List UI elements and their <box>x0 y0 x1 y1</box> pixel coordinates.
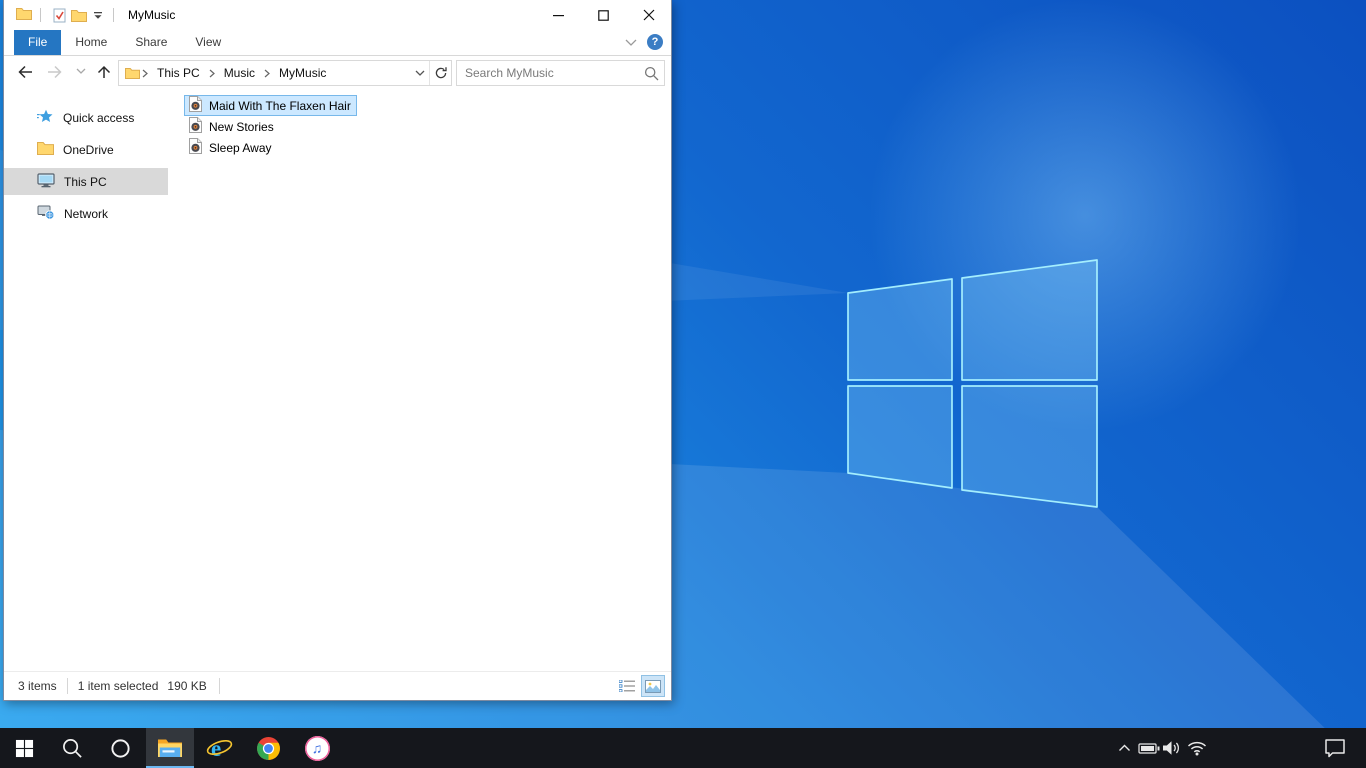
taskbar-search-button[interactable] <box>48 728 96 768</box>
this-pc-monitor-icon <box>37 172 55 191</box>
large-icons-view-button[interactable] <box>641 675 665 697</box>
cortana-circle-icon <box>110 738 130 758</box>
explorer-content: Quick access OneDrive This PC Network Ma… <box>4 90 671 671</box>
status-divider <box>218 678 220 694</box>
item-count: 3 items <box>18 679 57 693</box>
address-dropdown-chevron-icon[interactable] <box>410 61 429 85</box>
onedrive-folder-icon <box>37 141 54 158</box>
search-icon[interactable] <box>638 66 664 81</box>
sidebar-item-label: Quick access <box>63 110 135 125</box>
address-folder-icon <box>125 67 140 79</box>
maximize-button[interactable] <box>581 0 626 30</box>
up-button[interactable] <box>96 64 112 80</box>
music-file-icon <box>188 96 203 115</box>
sidebar-item-this-pc[interactable]: This PC <box>4 168 168 195</box>
sidebar-item-label: This PC <box>64 174 107 189</box>
tab-share[interactable]: Share <box>121 30 181 55</box>
ribbon-tab-bar: File Home Share View <box>4 30 671 56</box>
properties-quick-button[interactable] <box>49 4 69 26</box>
taskbar-itunes-button[interactable]: ♫ <box>293 728 341 768</box>
music-file-icon <box>188 117 203 136</box>
file-row[interactable]: New Stories <box>184 116 280 137</box>
quick-access-star-icon <box>37 109 54 127</box>
navigation-bar: This PC Music MyMusic <box>4 56 671 90</box>
sidebar-item-label: Network <box>64 206 109 221</box>
network-icon <box>37 205 55 223</box>
titlebar-separator <box>40 8 41 22</box>
file-row[interactable]: Maid With The Flaxen Hair <box>184 95 357 116</box>
search-input[interactable] <box>457 66 638 80</box>
status-bar: 3 items 1 item selected 190 KB <box>4 671 671 700</box>
sidebar-item-network[interactable]: Network <box>4 200 168 227</box>
tab-view[interactable]: View <box>181 30 235 55</box>
customize-quick-access-toolbar-icon[interactable] <box>91 4 105 26</box>
status-divider <box>66 678 68 694</box>
search-icon <box>62 738 82 758</box>
chevron-right-icon[interactable] <box>140 69 150 78</box>
music-file-icon <box>188 138 203 157</box>
cortana-button[interactable] <box>96 728 144 768</box>
svg-text:e: e <box>211 736 221 761</box>
chrome-icon <box>256 736 280 760</box>
start-button[interactable] <box>0 728 48 768</box>
new-folder-quick-button[interactable] <box>69 4 89 26</box>
itunes-icon: ♫ <box>304 735 330 761</box>
file-name: New Stories <box>209 119 274 134</box>
breadcrumb-music[interactable]: Music <box>217 61 262 85</box>
file-row[interactable]: Sleep Away <box>184 137 278 158</box>
taskbar-file-explorer-button[interactable] <box>146 728 194 768</box>
selection-size: 190 KB <box>167 679 207 693</box>
taskbar: e ♫ <box>0 728 1366 768</box>
address-bar[interactable]: This PC Music MyMusic <box>118 60 452 86</box>
battery-icon[interactable] <box>1136 728 1162 768</box>
back-button[interactable] <box>16 64 34 80</box>
title-bar: MyMusic <box>4 0 671 30</box>
chevron-right-icon[interactable] <box>207 69 217 78</box>
folder-window-icon <box>16 7 32 23</box>
sidebar-item-quick-access[interactable]: Quick access <box>4 104 168 131</box>
file-explorer-window: MyMusic File Home Share View ? This PC M… <box>3 0 672 701</box>
sidebar-item-label: OneDrive <box>63 142 114 157</box>
chevron-right-icon[interactable] <box>262 69 272 78</box>
help-icon[interactable]: ? <box>647 34 663 50</box>
breadcrumb-this-pc[interactable]: This PC <box>150 61 207 85</box>
selection-count: 1 item selected <box>77 679 159 693</box>
wifi-icon[interactable] <box>1184 728 1210 768</box>
tab-home[interactable]: Home <box>61 30 121 55</box>
windows-start-icon <box>15 739 33 757</box>
action-center-icon[interactable] <box>1318 728 1352 768</box>
tray-show-hidden-icons-chevron[interactable] <box>1112 728 1136 768</box>
refresh-icon[interactable] <box>429 61 451 85</box>
file-explorer-icon <box>158 739 182 757</box>
taskbar-internet-explorer-button[interactable]: e <box>195 728 243 768</box>
file-name: Sleep Away <box>209 140 272 155</box>
navigation-pane: Quick access OneDrive This PC Network <box>4 90 168 671</box>
sidebar-item-onedrive[interactable]: OneDrive <box>4 136 168 163</box>
breadcrumb-mymusic[interactable]: MyMusic <box>272 61 333 85</box>
details-view-button[interactable] <box>615 675 639 697</box>
taskbar-chrome-button[interactable] <box>244 728 292 768</box>
file-list: Maid With The Flaxen Hair New Stories Sl… <box>184 95 661 158</box>
expand-ribbon-chevron-icon[interactable] <box>625 35 637 49</box>
internet-explorer-icon: e <box>206 736 232 761</box>
tab-file[interactable]: File <box>14 30 62 55</box>
window-title: MyMusic <box>128 8 176 22</box>
search-box <box>456 60 665 86</box>
close-button[interactable] <box>626 0 671 30</box>
minimize-button[interactable] <box>536 0 581 30</box>
forward-button[interactable] <box>46 64 64 80</box>
volume-icon[interactable] <box>1160 728 1184 768</box>
recent-locations-chevron-icon[interactable] <box>76 68 86 74</box>
titlebar-separator <box>113 8 114 22</box>
file-name: Maid With The Flaxen Hair <box>209 98 351 113</box>
